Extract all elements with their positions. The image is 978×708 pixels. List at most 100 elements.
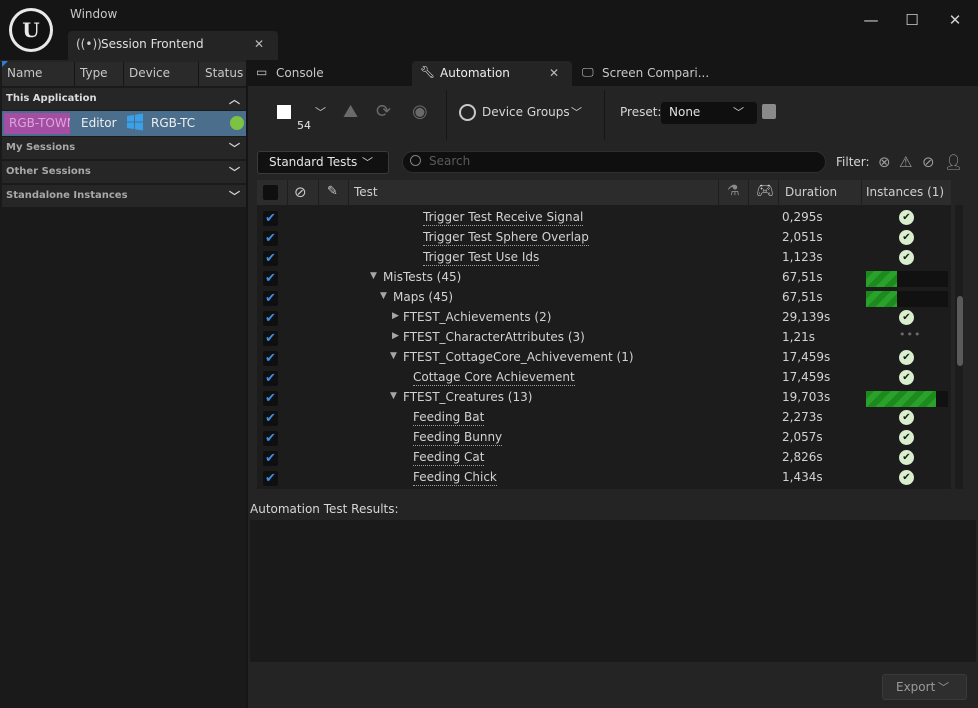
table-row[interactable]: ✔ Cottage Core Achievement 17,459s ✔	[257, 366, 951, 386]
test-duration: 2,273s	[782, 410, 823, 424]
group-standalone-instances[interactable]: Standalone Instances ﹀	[2, 185, 246, 207]
test-checkbox[interactable]: ✔	[263, 251, 278, 266]
expanded-arrow-icon[interactable]: ▼	[390, 391, 397, 401]
collapsed-arrow-icon[interactable]: ▶	[392, 311, 399, 321]
table-row[interactable]: ✔ ▶ FTEST_Achievements (2) 29,139s ✔	[257, 306, 951, 326]
device-groups-dropdown[interactable]: Device Groups	[482, 105, 570, 119]
group-this-application[interactable]: This Application ︿	[2, 88, 246, 110]
chevron-down-icon[interactable]: ﹀	[571, 104, 582, 120]
chevron-down-icon: ﹀	[229, 190, 240, 203]
table-row[interactable]: ✔ ▶ FTEST_CharacterAttributes (3) 1,21s •••	[257, 326, 951, 346]
run-level-icon[interactable]: ⛰︎	[343, 101, 358, 122]
tab-console[interactable]: ▭ Console	[248, 61, 408, 86]
disabled-column-icon[interactable]: ⊘	[294, 183, 307, 201]
column-divider	[318, 180, 319, 205]
group-my-sessions[interactable]: My Sessions ﹀	[2, 137, 246, 159]
refresh-icon[interactable]: ⟳	[376, 101, 391, 122]
table-row[interactable]: ✔ ▼ Maps (45) 67,51s	[257, 286, 951, 307]
edit-column-icon[interactable]: ✎	[327, 184, 338, 199]
test-duration: 17,459s	[782, 370, 831, 384]
test-checkbox[interactable]: ✔	[263, 271, 278, 286]
console-icon: ▭	[256, 65, 268, 79]
stop-tests-button[interactable]	[277, 105, 291, 119]
table-row[interactable]: ✔ ▼ MisTests (45) 67,51s	[257, 266, 951, 287]
table-row[interactable]: ✔ ▼ FTEST_CottageCore_Achivevement (1) 17,4…	[257, 346, 951, 366]
test-checkbox[interactable]: ✔	[263, 431, 278, 446]
table-row[interactable]: ✔ Trigger Test Sphere Overlap 2,051s ✔	[257, 226, 951, 246]
column-status[interactable]: Status	[205, 66, 243, 80]
column-divider	[123, 62, 124, 86]
test-name: Trigger Test Use Ids	[423, 250, 540, 266]
scrollbar-thumb[interactable]	[957, 296, 963, 366]
success-check-icon: ✔	[899, 370, 914, 385]
close-tab-icon[interactable]: ✕	[254, 37, 264, 51]
test-checkbox[interactable]: ✔	[263, 411, 278, 426]
test-checkbox[interactable]: ✔	[263, 451, 278, 466]
column-type[interactable]: Type	[80, 66, 108, 80]
column-device[interactable]: Device	[129, 66, 170, 80]
session-type: Editor	[81, 116, 117, 130]
table-row[interactable]: ✔ Feeding Cat 2,826s ✔	[257, 446, 951, 466]
toolbar-separator	[604, 90, 605, 140]
table-row[interactable]: ✔ Feeding Chick 1,434s ✔	[257, 466, 951, 486]
instances-column-header[interactable]: Instances (1)	[866, 185, 944, 199]
close-tab-icon[interactable]: ✕	[549, 66, 559, 80]
test-checkbox[interactable]: ✔	[263, 231, 278, 246]
test-checkbox[interactable]: ✔	[263, 391, 278, 406]
table-row[interactable]: ✔ Feeding Bunny 2,057s ✔	[257, 426, 951, 446]
export-button[interactable]: Export ﹀	[882, 674, 967, 700]
tab-screen-comparison[interactable]: 🖵︎ Screen Compari...	[574, 61, 734, 86]
table-row[interactable]: ✔ ▼ FTEST_Creatures (13) 19,703s	[257, 386, 951, 407]
flask-icon[interactable]: ⚗︎	[727, 183, 740, 199]
maximize-button[interactable]: ☐	[900, 10, 924, 30]
menu-window[interactable]: Window	[70, 7, 117, 21]
find-workers-icon[interactable]: ◉	[412, 101, 428, 122]
expanded-arrow-icon[interactable]: ▼	[370, 271, 377, 281]
test-name: Feeding Bunny	[413, 430, 503, 446]
gamepad-icon[interactable]: 🎮︎	[756, 183, 774, 199]
test-checkbox[interactable]: ✔	[263, 211, 278, 226]
save-preset-icon[interactable]	[762, 104, 776, 119]
success-check-icon: ✔	[899, 350, 914, 365]
column-name[interactable]: Name	[7, 66, 42, 80]
collapsed-arrow-icon[interactable]: ▶	[392, 331, 399, 341]
column-divider	[74, 62, 75, 86]
test-checkbox[interactable]: ✔	[263, 371, 278, 386]
test-name: FTEST_Creatures (13)	[403, 390, 533, 404]
unreal-logo[interactable]: U	[9, 8, 53, 52]
test-duration: 67,51s	[782, 290, 823, 304]
expanded-arrow-icon[interactable]: ▼	[390, 351, 397, 361]
test-checkbox[interactable]: ✔	[263, 291, 278, 306]
test-checkbox[interactable]: ✔	[263, 331, 278, 346]
chevron-down-icon: ﹀	[938, 681, 949, 694]
selected-test-count: 54	[297, 119, 311, 132]
chevron-down-icon[interactable]: ﹀	[315, 104, 326, 120]
minimize-button[interactable]: —	[859, 10, 883, 30]
test-name: Maps (45)	[393, 290, 454, 304]
device-groups-icon	[459, 104, 476, 121]
column-divider	[861, 180, 862, 205]
chevron-down-icon[interactable]: ﹀	[733, 104, 744, 120]
progress-bar	[866, 391, 948, 407]
test-checkbox[interactable]: ✔	[263, 471, 278, 486]
filter-disabled-icon[interactable]: ⊘	[922, 153, 935, 171]
duration-column-header[interactable]: Duration	[785, 185, 837, 199]
session-frontend-tab[interactable]: ((•)) Session Frontend ✕	[68, 31, 278, 60]
test-checkbox[interactable]: ✔	[263, 351, 278, 366]
expanded-arrow-icon[interactable]: ▼	[380, 291, 387, 301]
table-row[interactable]: ✔ Trigger Test Use Ids 1,123s ✔	[257, 246, 951, 266]
filter-warnings-icon[interactable]: ⚠︎	[899, 153, 912, 171]
close-window-button[interactable]: ✕	[943, 10, 967, 30]
table-row[interactable]: ✔ Feeding Bat 2,273s ✔	[257, 406, 951, 426]
test-checkbox[interactable]: ✔	[263, 311, 278, 326]
session-row[interactable]: RGB-TOWN Editor RGB-TC	[2, 111, 246, 136]
group-label: Other Sessions	[6, 166, 91, 177]
group-label: Standalone Instances	[6, 190, 128, 201]
test-column-header[interactable]: Test	[354, 185, 378, 199]
filter-developer-icon[interactable]: 👤︎	[944, 153, 963, 171]
filter-errors-icon[interactable]: ⊗	[878, 153, 891, 171]
group-other-sessions[interactable]: Other Sessions ﹀	[2, 161, 246, 183]
select-all-checkbox[interactable]	[263, 185, 278, 200]
table-row[interactable]: ✔ Trigger Test Receive Signal 0,295s ✔	[257, 206, 951, 226]
tab-automation[interactable]: 🔧︎ Automation ✕	[412, 61, 572, 86]
